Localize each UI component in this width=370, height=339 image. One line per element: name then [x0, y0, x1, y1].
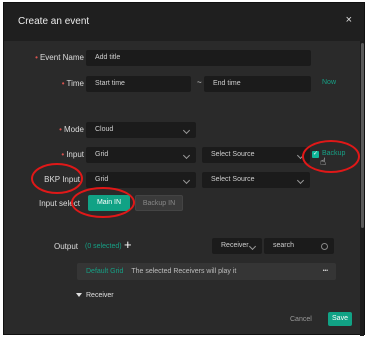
more-options-icon[interactable]: •••: [323, 263, 328, 280]
chevron-down-icon: [296, 151, 305, 160]
receiver-toggle[interactable]: Receiver: [76, 292, 114, 299]
time-label: • Time: [61, 79, 84, 88]
output-selected-count: (0 selected): [85, 243, 122, 250]
event-name-input[interactable]: Add title: [86, 50, 311, 66]
create-event-dialog: Create an event × • Event Name Add title …: [3, 2, 365, 336]
default-grid-message: The selected Receivers will play it: [131, 268, 237, 275]
input-label: • Input: [61, 150, 84, 159]
backup-in-button[interactable]: Backup IN: [135, 195, 183, 211]
default-grid-link[interactable]: Default Grid: [86, 268, 123, 275]
event-name-label: • Event Name: [35, 53, 84, 62]
dialog-header: Create an event ×: [4, 3, 364, 41]
required-mark: •: [35, 53, 38, 62]
chevron-down-icon: [248, 242, 257, 251]
output-label: Output: [54, 242, 79, 251]
now-link[interactable]: Now: [322, 79, 336, 86]
dialog-title: Create an event: [18, 16, 90, 27]
bkp-input-source-select[interactable]: Select Source: [202, 172, 310, 188]
mouse-cursor-icon: ☝: [320, 157, 327, 168]
input-select-label: Input select: [39, 199, 80, 208]
receiver-filter-select[interactable]: Receiver: [212, 238, 262, 254]
cancel-button[interactable]: Cancel: [290, 316, 312, 323]
chevron-down-icon: [182, 176, 191, 185]
mode-select[interactable]: Cloud: [86, 122, 196, 138]
caret-down-icon: [76, 293, 82, 298]
input-select[interactable]: Grid: [86, 147, 196, 163]
end-time-input[interactable]: End time: [204, 76, 311, 92]
search-icon: [321, 243, 328, 250]
chevron-down-icon: [182, 126, 191, 135]
close-icon[interactable]: ×: [346, 14, 352, 26]
start-time-input[interactable]: Start time: [86, 76, 191, 92]
chevron-down-icon: [296, 176, 305, 185]
bkp-input-select[interactable]: Grid: [86, 172, 196, 188]
chevron-down-icon: [182, 151, 191, 160]
backup-checkbox-label[interactable]: Backup: [322, 150, 345, 157]
time-separator: ~: [197, 78, 202, 87]
output-search-input[interactable]: search: [264, 238, 334, 254]
main-in-button[interactable]: Main IN: [88, 195, 130, 211]
backup-checkbox[interactable]: ✓: [312, 151, 319, 158]
mode-label: • Mode: [59, 125, 84, 134]
default-grid-row: Default Grid The selected Receivers will…: [77, 263, 336, 280]
scrollbar-thumb[interactable]: [361, 43, 364, 228]
add-output-button[interactable]: +: [124, 237, 132, 252]
input-source-select[interactable]: Select Source: [202, 147, 310, 163]
bkp-input-label: BKP Input: [44, 175, 80, 184]
save-button[interactable]: Save: [328, 312, 352, 326]
